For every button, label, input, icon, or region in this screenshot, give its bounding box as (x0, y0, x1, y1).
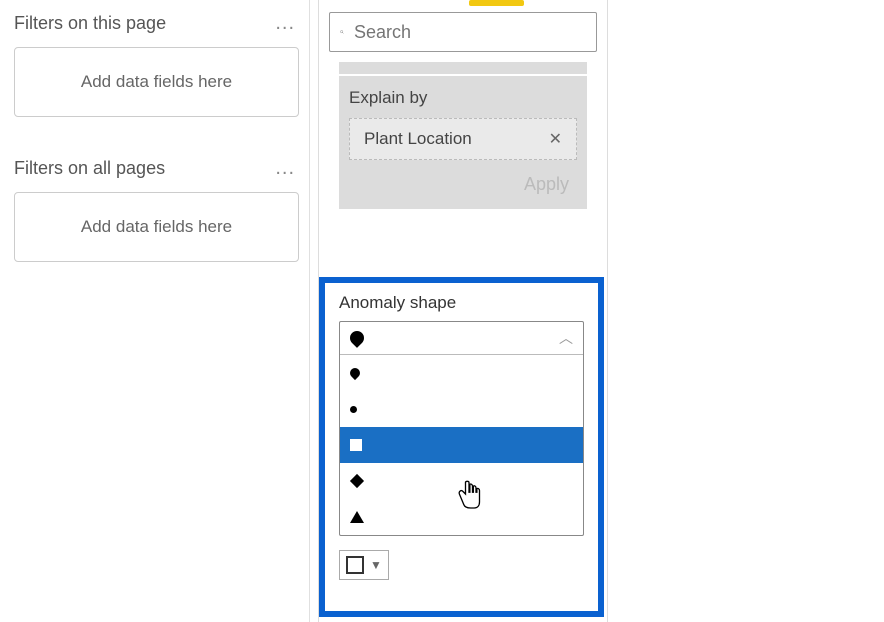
search-icon (340, 21, 344, 43)
allpages-filter-field-well[interactable]: Add data fields here (14, 192, 299, 262)
color-swatch (346, 556, 364, 574)
apply-button[interactable]: Apply (349, 174, 577, 195)
filters-pane: Filters on this page ... Add data fields… (0, 0, 310, 622)
shape-option-square[interactable] (340, 427, 583, 463)
filters-on-all-pages-header: Filters on all pages ... (14, 145, 299, 188)
section-divider (339, 62, 587, 74)
drop-icon (348, 366, 362, 380)
explain-by-label: Explain by (349, 88, 577, 108)
accent-underline (469, 0, 524, 6)
triangle-icon (350, 511, 364, 523)
chevron-down-icon: ▼ (370, 558, 382, 572)
more-options-icon[interactable]: ... (275, 12, 295, 35)
shape-dropdown-selected[interactable]: ︿ (340, 322, 583, 355)
explain-field-chip[interactable]: Plant Location ✕ (349, 118, 577, 160)
filters-on-page-header: Filters on this page ... (14, 0, 299, 43)
chip-label: Plant Location (364, 129, 472, 149)
diamond-icon (350, 474, 364, 488)
apply-label: Apply (524, 174, 569, 194)
square-icon (350, 439, 362, 451)
field-well-placeholder: Add data fields here (81, 217, 232, 236)
filters-on-page-title: Filters on this page (14, 13, 166, 34)
anomaly-shape-title: Anomaly shape (339, 293, 584, 313)
chevron-up-icon: ︿ (559, 328, 573, 348)
drop-icon (347, 328, 367, 348)
page-filter-field-well[interactable]: Add data fields here (14, 47, 299, 117)
shape-option-dot[interactable] (340, 391, 583, 427)
filters-on-page-section: Filters on this page ... Add data fields… (0, 0, 309, 117)
shape-option-drop[interactable] (340, 355, 583, 391)
shape-option-diamond[interactable] (340, 463, 583, 499)
search-box[interactable] (329, 12, 597, 52)
dot-icon (350, 406, 357, 413)
more-options-icon[interactable]: ... (275, 157, 295, 180)
filters-on-all-pages-section: Filters on all pages ... Add data fields… (0, 145, 309, 262)
shape-options-list (340, 355, 583, 535)
field-well-placeholder: Add data fields here (81, 72, 232, 91)
remove-chip-icon[interactable]: ✕ (549, 129, 562, 149)
search-input[interactable] (354, 22, 586, 43)
explain-by-section: Explain by Plant Location ✕ Apply (339, 76, 587, 209)
anomaly-shape-card: Anomaly shape ︿ ▼ (319, 277, 604, 617)
filters-on-all-pages-title: Filters on all pages (14, 158, 165, 179)
anomaly-color-picker[interactable]: ▼ (339, 550, 389, 580)
shape-option-triangle[interactable] (340, 499, 583, 535)
shape-dropdown[interactable]: ︿ (339, 321, 584, 536)
